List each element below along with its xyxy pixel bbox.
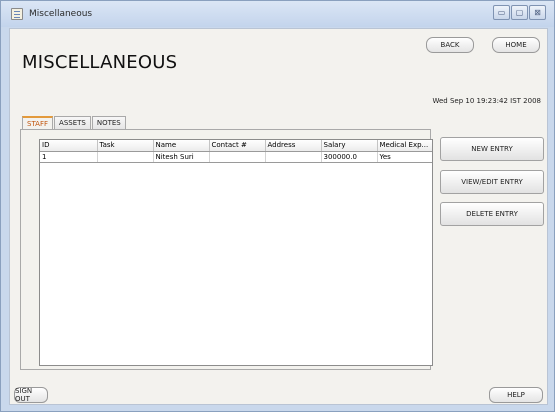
tab-bar: STAFF ASSETS NOTES [22, 116, 126, 129]
maximize-icon: ▢ [515, 8, 524, 17]
column-header-name[interactable]: Name [153, 140, 210, 152]
cell-medical-exp: Yes [377, 151, 432, 163]
sign-out-button[interactable]: SIGN OUT [14, 387, 48, 403]
title-bar: Miscellaneous ▭ ▢ ⊠ [1, 1, 554, 27]
minimize-icon: ▭ [497, 8, 506, 17]
application-window: Miscellaneous ▭ ▢ ⊠ MISCELLANEOUS BACK H… [0, 0, 555, 412]
column-header-id[interactable]: ID [40, 140, 98, 152]
column-header-salary[interactable]: Salary [321, 140, 378, 152]
main-content: MISCELLANEOUS BACK HOME Wed Sep 10 19:23… [9, 28, 548, 405]
window-controls: ▭ ▢ ⊠ [493, 5, 546, 20]
column-header-medical-exp[interactable]: Medical Exp... [377, 140, 432, 152]
app-icon [11, 8, 23, 20]
close-button[interactable]: ⊠ [529, 5, 546, 20]
column-header-address[interactable]: Address [265, 140, 322, 152]
new-entry-button[interactable]: NEW ENTRY [440, 137, 544, 161]
window-title: Miscellaneous [29, 9, 93, 19]
tab-staff[interactable]: STAFF [22, 116, 54, 129]
cell-address [265, 151, 322, 163]
help-button[interactable]: HELP [489, 387, 543, 403]
minimize-button[interactable]: ▭ [493, 5, 510, 20]
back-button[interactable]: BACK [426, 37, 474, 53]
cell-salary: 300000.0 [321, 151, 378, 163]
column-header-contact[interactable]: Contact # [209, 140, 266, 152]
current-datetime: Wed Sep 10 19:23:42 IST 2008 [432, 97, 541, 105]
staff-table[interactable]: ID Task Name Contact # Address Salary Me… [39, 139, 433, 366]
column-header-task[interactable]: Task [97, 140, 154, 152]
table-row[interactable]: 1 Nitesh Suri 300000.0 Yes [40, 151, 432, 163]
view-edit-entry-button[interactable]: VIEW/EDIT ENTRY [440, 170, 544, 194]
cell-contact [209, 151, 266, 163]
delete-entry-button[interactable]: DELETE ENTRY [440, 202, 544, 226]
page-title: MISCELLANEOUS [22, 52, 178, 73]
table-header-row: ID Task Name Contact # Address Salary Me… [40, 140, 432, 152]
cell-id: 1 [40, 151, 98, 163]
tab-assets[interactable]: ASSETS [54, 116, 91, 129]
tab-notes[interactable]: NOTES [91, 116, 126, 129]
home-button[interactable]: HOME [492, 37, 540, 53]
cell-name: Nitesh Suri [153, 151, 210, 163]
close-icon: ⊠ [534, 8, 541, 17]
maximize-button[interactable]: ▢ [511, 5, 528, 20]
cell-task [97, 151, 154, 163]
staff-tab-panel: ID Task Name Contact # Address Salary Me… [20, 129, 433, 370]
